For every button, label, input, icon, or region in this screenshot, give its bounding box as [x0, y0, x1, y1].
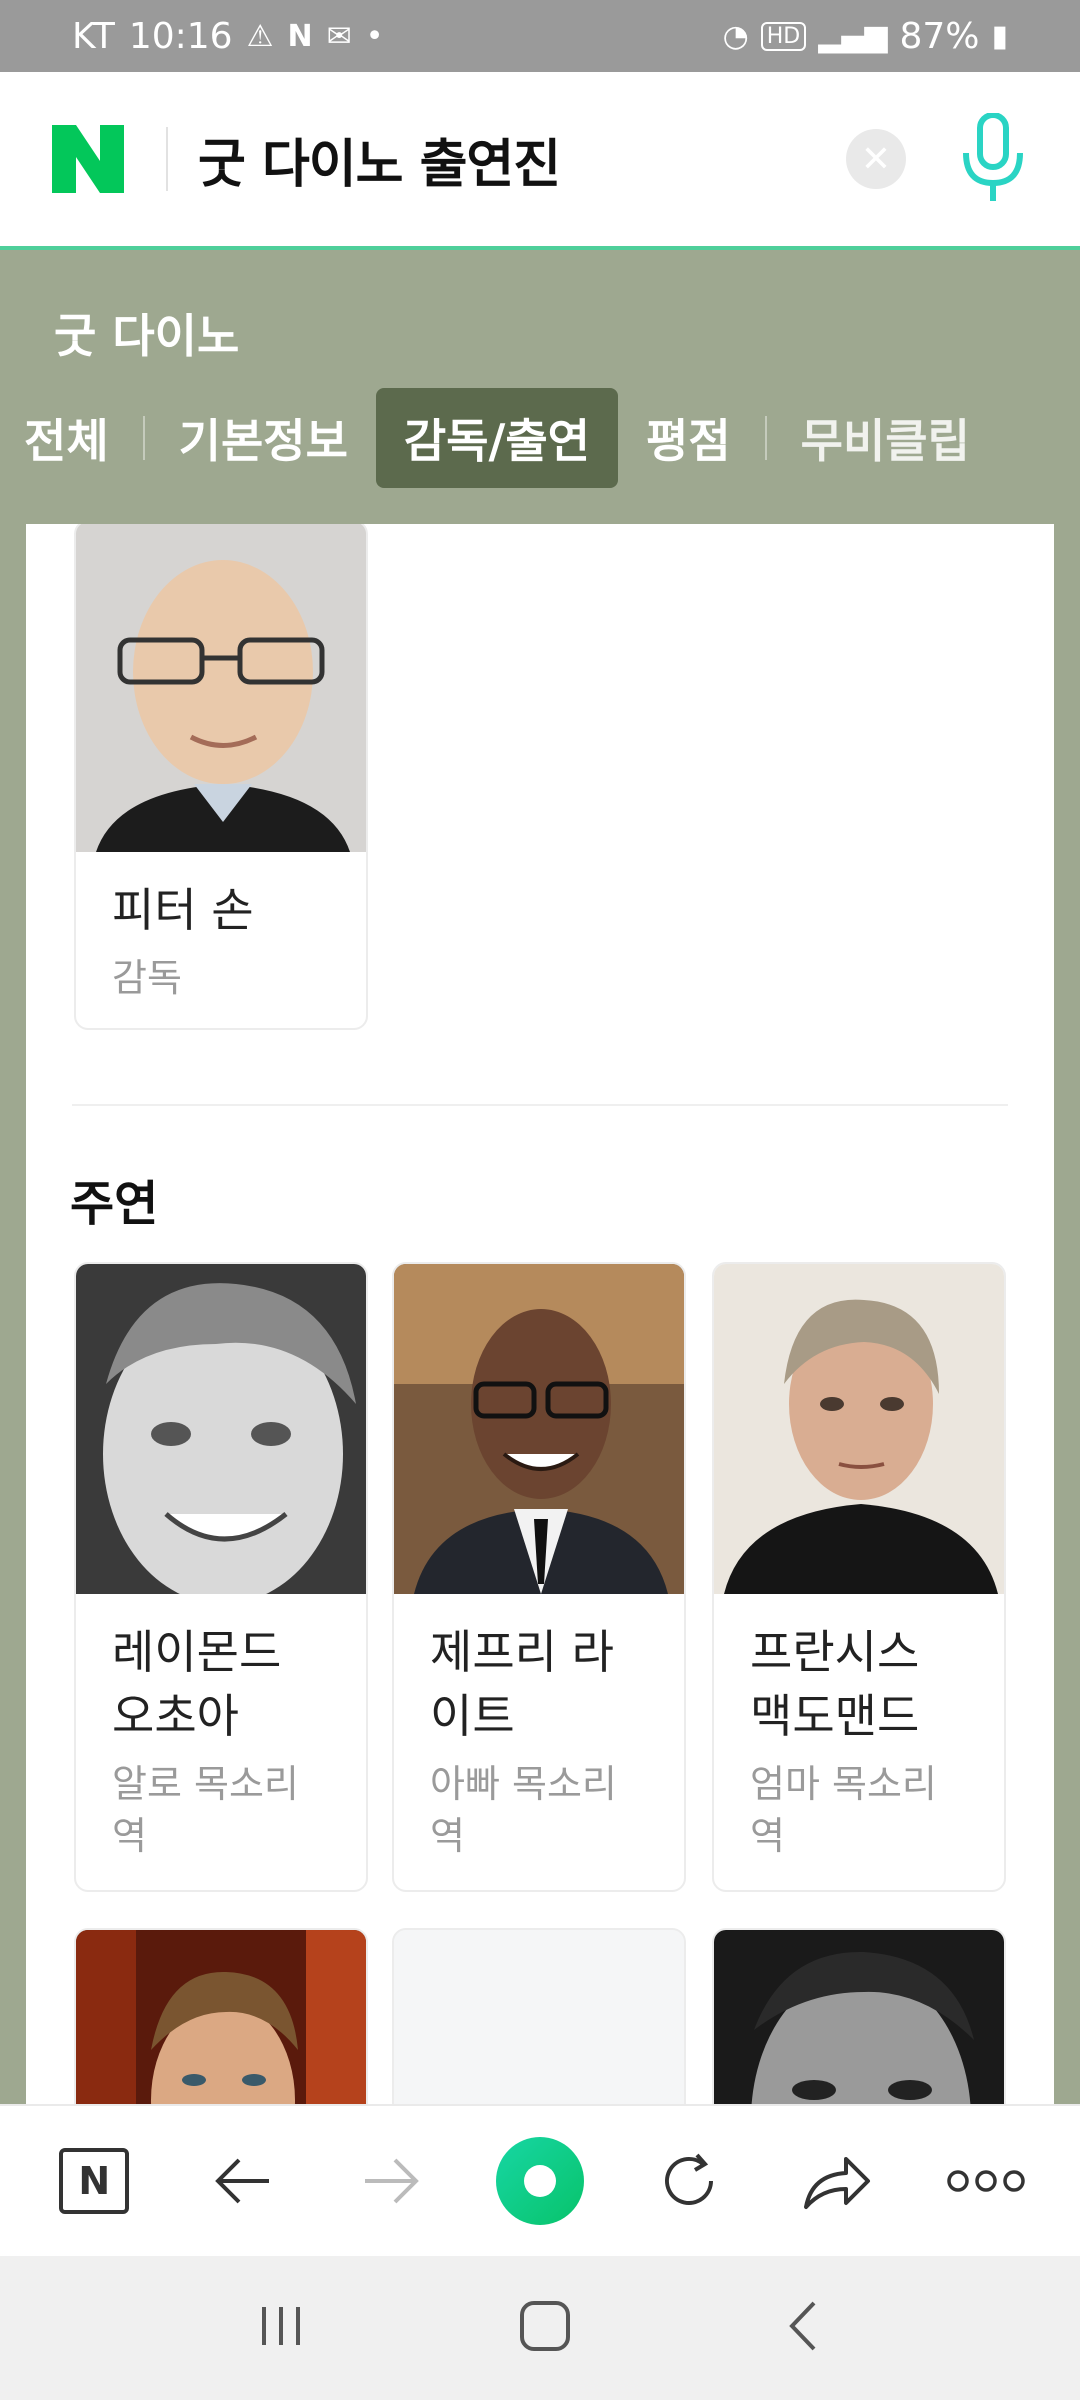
share-arrow-icon [804, 2157, 871, 2209]
director-card[interactable]: 피터 손 감독 [74, 524, 368, 1030]
mail-icon: ✉ [326, 18, 352, 54]
cast-card[interactable] [74, 1928, 368, 2104]
back-arrow-icon [215, 2158, 269, 2204]
cast-role: 엄마 목소리 역 [750, 1762, 937, 1858]
main-cast-heading: 주연 [70, 1176, 159, 1232]
cast-card[interactable]: N [392, 1928, 686, 2104]
cast-role: 알로 목소리 역 [112, 1762, 299, 1858]
clear-search-button[interactable]: ✕ [846, 129, 906, 189]
tab-basic-info[interactable]: 기본정보 [151, 388, 376, 488]
home-button[interactable] [518, 2299, 572, 2357]
cast-photo-placeholder: N [394, 1930, 684, 2104]
tab-all[interactable]: 전체 [0, 388, 137, 488]
cast-photo [394, 1264, 684, 1594]
cast-photo [714, 1264, 1004, 1594]
director-photo [76, 524, 366, 852]
carrier-label: KT [72, 15, 115, 57]
cast-card[interactable]: 레이몬드 오초아 알로 목소리 역 [74, 1262, 368, 1892]
tab-rating[interactable]: 평점 [618, 388, 759, 488]
more-dots-icon [946, 2170, 1025, 2192]
cast-photo [714, 1930, 1004, 2104]
warning-icon: ⚠ [246, 18, 274, 54]
dot-icon: • [365, 18, 384, 54]
tab-divider [764, 416, 767, 460]
share-button[interactable] [792, 2136, 882, 2226]
tab-movie-clip[interactable]: 무비클립 [773, 388, 998, 488]
clock: 10:16 [128, 15, 233, 57]
cast-photo [76, 1264, 366, 1594]
voice-search-button[interactable] [958, 112, 1028, 205]
refresh-button[interactable] [644, 2136, 734, 2226]
cast-name: 제프리 라 이트 [430, 1625, 614, 1743]
logo-divider [166, 127, 168, 191]
battery-icon: ▮ [991, 18, 1008, 54]
director-name: 피터 손 [112, 883, 254, 937]
chevron-left-icon [789, 2301, 816, 2351]
wifi-icon: ◔ [722, 18, 749, 54]
system-nav-bar [0, 2256, 1080, 2400]
signal-icon: ▂▄▆ [818, 18, 888, 54]
cast-content: 피터 손 감독 주연 레이몬드 오초아 알로 목소리 역 제프리 라 이트 아빠… [26, 524, 1054, 2104]
search-input[interactable]: 굿 다이노 출연진 [198, 122, 846, 197]
naver-logo-icon[interactable] [52, 125, 124, 193]
naver-home-button[interactable]: N [49, 2136, 139, 2226]
cast-card[interactable] [712, 1928, 1006, 2104]
tab-bar: 전체 기본정보 감독/출연 평점 무비클립 [0, 388, 998, 488]
section-divider [72, 1104, 1008, 1106]
search-header: 굿 다이노 출연진 ✕ [0, 72, 1080, 250]
status-bar: KT 10:16 ⚠ N ✉ • ◔ HD ▂▄▆ 87% ▮ [0, 0, 1080, 72]
cast-card[interactable]: 제프리 라 이트 아빠 목소리 역 [392, 1262, 686, 1892]
tab-director-cast[interactable]: 감독/출연 [375, 388, 619, 488]
close-icon: ✕ [860, 138, 892, 180]
hd-icon: HD [760, 21, 807, 51]
cast-name: 프란시스 맥도맨드 [750, 1625, 920, 1743]
recent-apps-icon [262, 2307, 300, 2345]
home-icon [520, 2301, 570, 2351]
forward-button[interactable] [346, 2136, 436, 2226]
back-button[interactable] [198, 2136, 288, 2226]
green-dot-button[interactable] [495, 2136, 585, 2226]
cast-card[interactable]: 프란시스 맥도맨드 엄마 목소리 역 [712, 1262, 1006, 1892]
cast-name: 레이몬드 오초아 [112, 1625, 282, 1743]
battery-percent: 87% [899, 15, 980, 57]
naver-notification-icon: N [287, 18, 313, 54]
movie-title[interactable]: 굿 다이노 [54, 300, 239, 366]
refresh-icon [664, 2153, 713, 2205]
microphone-icon [963, 112, 1023, 201]
green-dot-icon [495, 2137, 584, 2225]
cast-photo [76, 1930, 366, 2104]
movie-header: 굿 다이노 전체 기본정보 감독/출연 평점 무비클립 [0, 254, 1080, 524]
browser-toolbar: N [0, 2104, 1080, 2256]
forward-arrow-icon [365, 2158, 420, 2204]
tab-divider [142, 416, 145, 460]
more-button[interactable] [941, 2136, 1031, 2226]
system-back-button[interactable] [784, 2299, 824, 2357]
cast-role: 아빠 목소리 역 [430, 1762, 617, 1858]
naver-home-icon: N [59, 2148, 130, 2214]
director-role: 감독 [112, 956, 182, 1000]
recent-apps-button[interactable] [256, 2301, 306, 2355]
